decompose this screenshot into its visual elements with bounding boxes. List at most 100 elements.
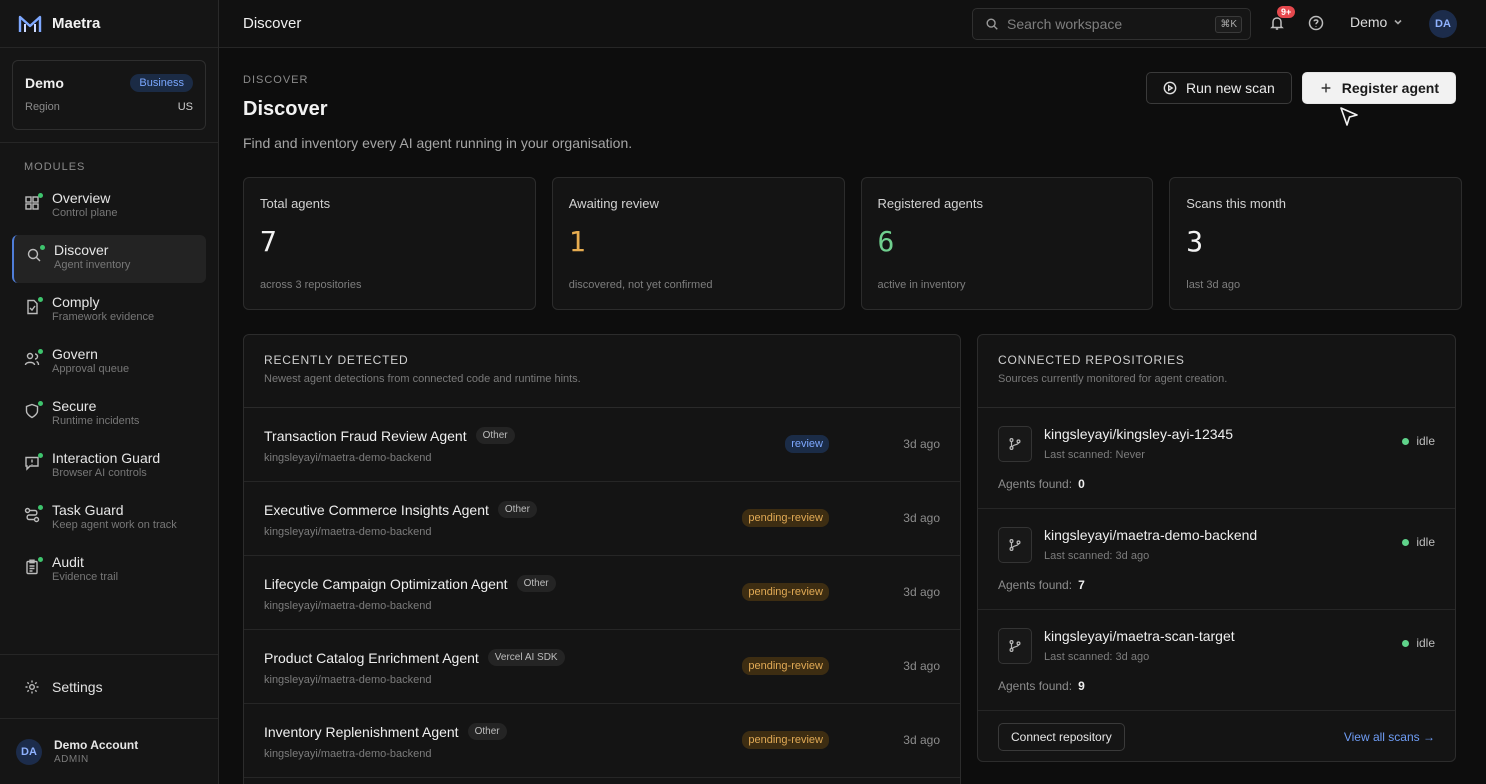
maetra-logo-icon	[18, 15, 42, 32]
stat-label: Awaiting review	[568, 196, 659, 211]
sidebar-item-discover[interactable]: Discover Agent inventory	[12, 235, 206, 283]
workspace-select[interactable]: Demo	[1350, 14, 1403, 30]
detection-row[interactable]: Inventory Replenishment Agent Other kings…	[244, 704, 960, 778]
settings-button[interactable]: Settings	[0, 654, 218, 718]
repo-agents-found: Agents found: 9	[998, 679, 1085, 693]
search-shortcut: ⌘K	[1215, 15, 1242, 33]
repository-row[interactable]: kingsleyayi/maetra-scan-target Last scan…	[978, 610, 1455, 711]
panel-title: RECENTLY DETECTED	[264, 353, 409, 367]
repo-status-label: idle	[1416, 434, 1435, 448]
agents-found-label: Agents found:	[998, 578, 1073, 592]
status-dot	[38, 505, 43, 510]
sidebar-item-task-guard[interactable]: Task Guard Keep agent work on track	[12, 495, 206, 543]
run-scan-button[interactable]: Run new scan	[1146, 72, 1292, 104]
detected-time: 3d ago	[903, 585, 940, 599]
stat-sub: discovered, not yet confirmed	[568, 279, 713, 291]
agent-name: Inventory Replenishment Agent	[264, 723, 459, 740]
repo-status: idle	[1402, 434, 1435, 448]
topbar-title: Discover	[243, 15, 302, 32]
detection-row[interactable]: Product Catalog Enrichment Agent Vercel A…	[244, 630, 960, 704]
notifications-button[interactable]: 9+	[1269, 6, 1296, 33]
status-dot	[38, 297, 43, 302]
repo-status-label: idle	[1416, 636, 1435, 650]
sidebar-item-secure[interactable]: Secure Runtime incidents	[12, 391, 206, 439]
repo-status: idle	[1402, 636, 1435, 650]
repository-row[interactable]: kingsleyayi/kingsley-ayi-12345 Last scan…	[978, 408, 1455, 509]
repository-row[interactable]: kingsleyayi/maetra-demo-backend Last sca…	[978, 509, 1455, 610]
panel-title: CONNECTED REPOSITORIES	[998, 353, 1185, 367]
agent-repo: kingsleyayi/maetra-demo-backend	[264, 452, 432, 464]
stat-label: Total agents	[260, 196, 331, 211]
sidebar-item-sub: Runtime incidents	[52, 415, 140, 427]
gear-icon	[25, 680, 39, 693]
agent-name: Transaction Fraud Review Agent	[264, 427, 467, 444]
sidebar-item-title: Secure	[52, 398, 97, 414]
sidebar-item-title: Govern	[52, 346, 98, 362]
framework-tag: Other	[467, 723, 507, 740]
panel-subtitle: Sources currently monitored for agent cr…	[998, 373, 1228, 385]
sidebar-item-audit[interactable]: Audit Evidence trail	[12, 547, 206, 595]
sidebar-item-govern[interactable]: Govern Approval queue	[12, 339, 206, 387]
search-box[interactable]: ⌘K	[972, 8, 1251, 40]
detection-row[interactable]: Lifecycle Campaign Optimization Agent Oth…	[244, 556, 960, 630]
status-badge: pending-review	[742, 657, 829, 675]
stats-grid: Total agents 7 across 3 repositories Awa…	[243, 177, 1462, 310]
account-role: ADMIN	[54, 754, 89, 765]
avatar: DA	[16, 738, 42, 765]
sidebar-item-comply[interactable]: Comply Framework evidence	[12, 287, 206, 335]
connect-repository-button[interactable]: Connect repository	[998, 722, 1125, 751]
help-button[interactable]	[1308, 15, 1324, 31]
repo-last-scanned: Last scanned: Never	[1044, 449, 1145, 461]
status-dot	[38, 453, 43, 458]
view-all-scans-link[interactable]: View all scans →	[1344, 730, 1435, 744]
user-avatar[interactable]: DA	[1429, 10, 1457, 38]
detection-row[interactable]: Transaction Fraud Review Agent Other king…	[244, 408, 960, 482]
notifications-badge: 9+	[1277, 6, 1296, 18]
mouse-cursor-icon	[1340, 107, 1358, 126]
stat-card-total-agents: Total agents 7 across 3 repositories	[243, 177, 536, 310]
register-agent-button[interactable]: Register agent	[1301, 72, 1456, 104]
agent-name: Executive Commerce Insights Agent	[264, 501, 489, 518]
sidebar-item-interaction-guard[interactable]: Interaction Guard Browser AI controls	[12, 443, 206, 491]
git-branch-icon	[998, 426, 1032, 462]
framework-tag: Vercel AI SDK	[487, 649, 565, 666]
brand[interactable]: Maetra	[0, 0, 218, 48]
panel-header: CONNECTED REPOSITORIES Sources currently…	[978, 335, 1455, 408]
agents-found-label: Agents found:	[998, 679, 1073, 693]
status-badge: review	[785, 435, 829, 453]
org-region: Region US	[25, 101, 193, 113]
repo-status: idle	[1402, 535, 1435, 549]
status-dot	[38, 557, 43, 562]
agent-repo: kingsleyayi/maetra-demo-backend	[264, 674, 432, 686]
repo-agents-found: Agents found: 7	[998, 578, 1085, 592]
grid-icon	[24, 193, 43, 211]
detected-time: 3d ago	[903, 437, 940, 451]
framework-tag: Other	[475, 427, 515, 444]
repo-last-scanned: Last scanned: 3d ago	[1044, 550, 1150, 562]
account-menu[interactable]: DA Demo Account ADMIN	[0, 718, 218, 784]
stat-card-registered-agents: Registered agents 6 active in inventory	[860, 177, 1154, 310]
stat-value: 7	[260, 225, 277, 258]
org-switcher[interactable]: Demo Business Region US	[12, 60, 206, 130]
sidebar-item-overview[interactable]: Overview Control plane	[12, 183, 206, 231]
agent-repo: kingsleyayi/maetra-demo-backend	[264, 600, 432, 612]
recently-detected-panel: RECENTLY DETECTED Newest agent detection…	[243, 334, 961, 784]
detected-time: 3d ago	[903, 511, 940, 525]
help-icon	[1308, 15, 1324, 31]
detected-time: 3d ago	[903, 733, 940, 747]
search-input[interactable]	[1007, 16, 1208, 32]
sidebar-item-sub: Evidence trail	[52, 571, 119, 583]
sidebar-item-sub: Browser AI controls	[52, 467, 147, 479]
connected-repositories-panel: CONNECTED REPOSITORIES Sources currently…	[977, 334, 1456, 762]
sidebar-item-title: Interaction Guard	[52, 450, 161, 466]
topbar: Discover ⌘K 9+ Demo DA	[219, 0, 1486, 48]
shield-icon	[24, 401, 43, 419]
sidebar-nav: Overview Control plane Discover Agent inve…	[0, 183, 218, 599]
page-description: Find and inventory every AI agent runnin…	[243, 135, 633, 151]
framework-tag: Other	[497, 501, 537, 518]
register-agent-label: Register agent	[1341, 80, 1439, 96]
stat-value: 3	[1186, 225, 1204, 258]
detection-row[interactable]: Executive Commerce Insights Agent Other k…	[244, 482, 960, 556]
stat-label: Scans this month	[1186, 196, 1286, 211]
brand-name: Maetra	[52, 15, 101, 32]
